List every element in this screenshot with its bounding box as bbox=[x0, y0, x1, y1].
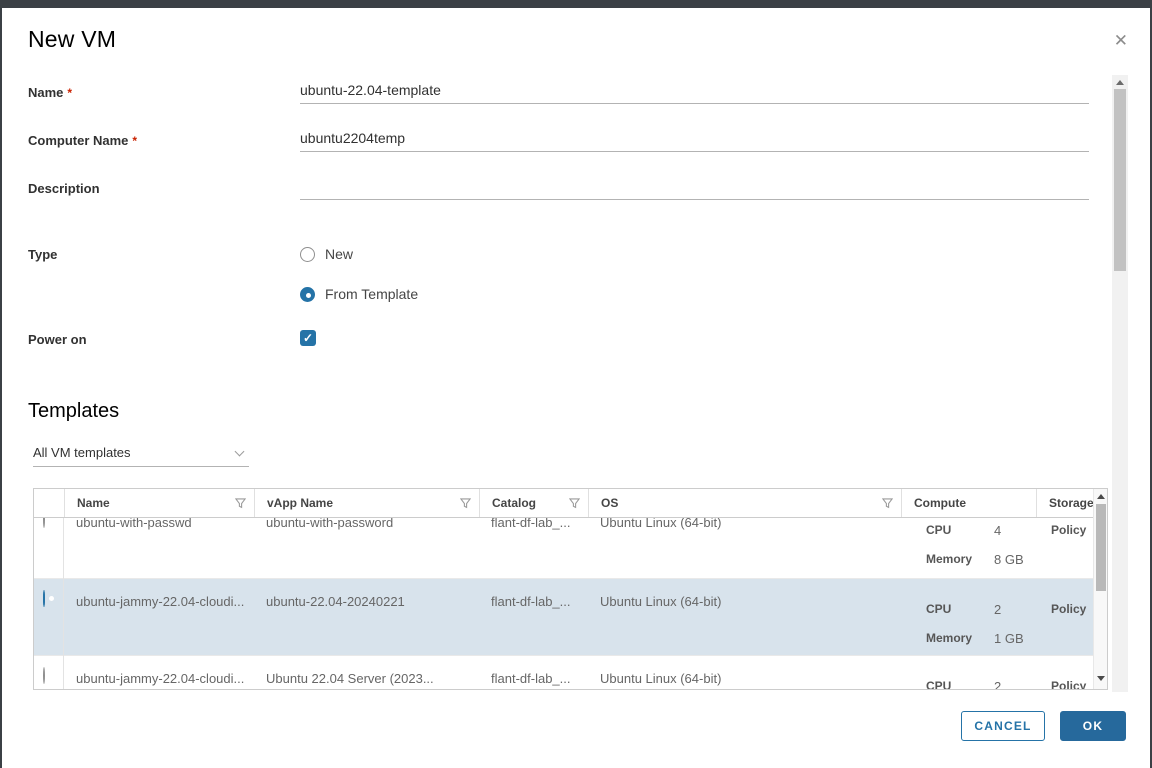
table-row-selected[interactable]: ubuntu-jammy-22.04-cloudi... ubuntu-22.0… bbox=[34, 579, 1107, 660]
table-scrollbar-thumb[interactable] bbox=[1096, 504, 1106, 591]
header-cell-compute: Compute bbox=[901, 489, 1036, 517]
dialog-scrollbar-thumb[interactable] bbox=[1114, 89, 1126, 271]
row-name: ubuntu-with-passwd bbox=[76, 518, 192, 530]
templates-table-body: ubuntu-with-passwd ubuntu-with-password … bbox=[34, 518, 1107, 689]
type-option-new[interactable]: New bbox=[300, 246, 353, 262]
row-name: ubuntu-jammy-22.04-cloudi... bbox=[76, 671, 245, 686]
row-os: Ubuntu Linux (64-bit) bbox=[600, 518, 722, 530]
power-on-checkbox[interactable]: ✓ bbox=[300, 330, 316, 346]
header-cell-os: OS bbox=[588, 489, 901, 517]
required-asterisk: * bbox=[67, 86, 73, 100]
radio-unselected-icon[interactable] bbox=[300, 246, 315, 262]
row-compute: CPU 2 bbox=[926, 679, 1002, 689]
row-compute: CPU 2 Memory 1 GB bbox=[926, 602, 1024, 646]
template-filter-dropdown[interactable]: All VM templates bbox=[33, 445, 249, 467]
type-option-from-template-label: From Template bbox=[325, 286, 419, 302]
required-asterisk: * bbox=[132, 134, 138, 148]
row-catalog: flant-df-lab_... bbox=[491, 671, 571, 686]
templates-table-header: Name vApp Name Catalog OS Compute Storag… bbox=[34, 489, 1107, 518]
radio-selected-icon[interactable] bbox=[43, 590, 45, 607]
radio-unselected-icon[interactable] bbox=[43, 518, 45, 528]
row-catalog: flant-df-lab_... bbox=[491, 594, 571, 609]
computer-name-label: Computer Name * bbox=[28, 133, 138, 148]
radio-unselected-icon[interactable] bbox=[43, 667, 45, 684]
dialog-title: New VM bbox=[28, 26, 117, 52]
template-filter-value: All VM templates bbox=[33, 445, 131, 460]
scroll-down-icon[interactable] bbox=[1097, 676, 1105, 681]
computer-name-input[interactable]: ubuntu2204temp bbox=[300, 129, 1089, 152]
filter-icon[interactable] bbox=[235, 497, 246, 509]
filter-icon[interactable] bbox=[882, 497, 893, 509]
power-on-label: Power on bbox=[28, 332, 87, 347]
row-compute: CPU 4 Memory 8 GB bbox=[926, 523, 1024, 567]
type-option-from-template[interactable]: From Template bbox=[300, 286, 418, 302]
description-input[interactable] bbox=[300, 177, 1089, 200]
header-cell-name: Name bbox=[64, 489, 254, 517]
header-cell-catalog: Catalog bbox=[479, 489, 588, 517]
row-os: Ubuntu Linux (64-bit) bbox=[600, 594, 722, 609]
row-os: Ubuntu Linux (64-bit) bbox=[600, 671, 722, 686]
name-input[interactable]: ubuntu-22.04-template bbox=[300, 81, 1089, 104]
close-icon[interactable]: ✕ bbox=[1114, 32, 1128, 49]
header-cell-radio bbox=[34, 489, 64, 517]
chevron-down-icon bbox=[234, 446, 245, 457]
scroll-up-icon[interactable] bbox=[1116, 80, 1124, 85]
row-name: ubuntu-jammy-22.04-cloudi... bbox=[76, 594, 245, 609]
name-label: Name * bbox=[28, 85, 73, 100]
table-scrollbar[interactable] bbox=[1093, 489, 1107, 689]
description-label: Description bbox=[28, 181, 100, 196]
templates-table: Name vApp Name Catalog OS Compute Storag… bbox=[33, 488, 1108, 690]
row-vapp-name: ubuntu-22.04-20240221 bbox=[266, 594, 405, 609]
scroll-up-icon[interactable] bbox=[1097, 494, 1105, 499]
header-cell-vapp-name: vApp Name bbox=[254, 489, 479, 517]
filter-icon[interactable] bbox=[460, 497, 471, 509]
filter-icon[interactable] bbox=[569, 497, 580, 509]
row-catalog: flant-df-lab_... bbox=[491, 518, 571, 530]
radio-selected-icon[interactable] bbox=[300, 286, 315, 302]
ok-button[interactable]: OK bbox=[1060, 711, 1126, 741]
table-row[interactable]: ubuntu-with-passwd ubuntu-with-password … bbox=[34, 518, 1107, 581]
new-vm-dialog: New VM ✕ Name * ubuntu-22.04-template Com… bbox=[2, 8, 1150, 768]
row-vapp-name: Ubuntu 22.04 Server (2023... bbox=[266, 671, 434, 686]
cancel-button[interactable]: CANCEL bbox=[961, 711, 1045, 741]
templates-heading: Templates bbox=[28, 400, 120, 422]
type-option-new-label: New bbox=[325, 246, 354, 262]
dialog-scrollbar[interactable] bbox=[1112, 75, 1128, 692]
table-row[interactable]: ubuntu-jammy-22.04-cloudi... Ubuntu 22.0… bbox=[34, 656, 1107, 689]
row-vapp-name: ubuntu-with-password bbox=[266, 518, 394, 530]
type-label: Type bbox=[28, 247, 58, 262]
